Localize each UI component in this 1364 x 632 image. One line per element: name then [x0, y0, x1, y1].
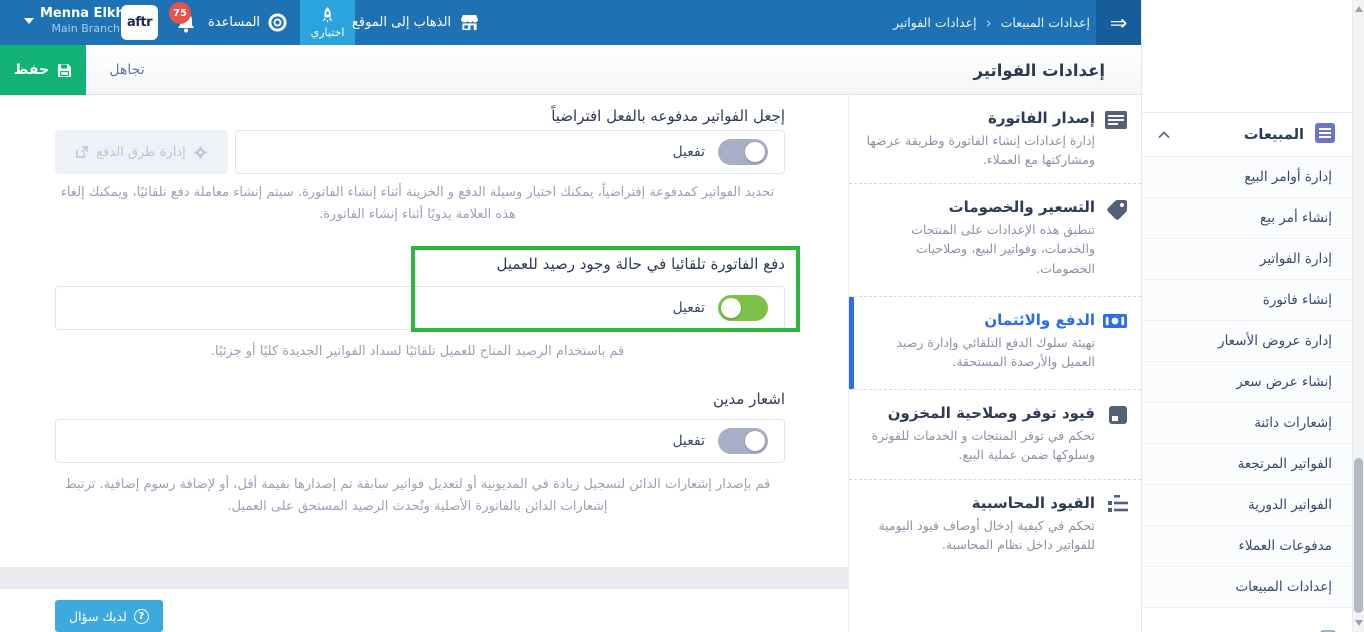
inventory-icon [1108, 405, 1128, 429]
sidebar-item-sales-settings[interactable]: إعدادات المبيعات [1142, 567, 1352, 608]
scrollbar-up-arrow-icon[interactable] [1355, 6, 1363, 12]
field1-toggle-label: تفعيل [672, 144, 705, 160]
page-header: حفظ تجاهل إعدادات الفواتير [0, 45, 1141, 95]
manage-payment-methods-button[interactable]: إدارة طرق الدفع [55, 130, 228, 174]
nav-section-pricing-discounts[interactable]: التسعير والخصومات تنطبق هذه الإعدادات عل… [849, 184, 1141, 297]
page-title: إعدادات الفواتير [901, 45, 1141, 95]
sidebar-section-sales[interactable]: المبيعات [1142, 112, 1352, 157]
sidebar-item-create-quote[interactable]: إنشاء عرض سعر [1142, 362, 1352, 403]
field1-toggle[interactable] [718, 139, 768, 165]
breadcrumb-parent[interactable]: إعدادات المبيعات [1001, 15, 1090, 30]
app-logo[interactable]: aftr [121, 5, 158, 40]
field2-label: دفع الفاتورة تلقائيا في حالة وجود رصيد ل… [497, 255, 786, 273]
field3-label: اشعار مدين [713, 390, 785, 408]
breadcrumb-current: إعدادات الفواتير [893, 15, 976, 30]
field3-toggle-label: تفعيل [672, 433, 705, 449]
sidebar-items: إدارة أوامر البيع إنشاء أمر بيع إدارة ال… [1142, 157, 1352, 608]
gear-icon [194, 146, 207, 159]
manage-payment-methods-label: إدارة طرق الدفع [96, 145, 186, 160]
toggle-knob [745, 431, 765, 451]
field3-description: قم بإصدار إشعارات الدائن لتسجيل زيادة في… [50, 474, 785, 518]
floppy-save-icon [57, 63, 72, 78]
save-button[interactable]: حفظ [0, 45, 86, 95]
sidebar-item-client-payments[interactable]: مدفوعات العملاء [1142, 526, 1352, 567]
sales-sidebar: المبيعات إدارة أوامر البيع إنشاء أمر بيع… [1141, 0, 1352, 632]
sidebar-item-recurring-invoices[interactable]: الفواتير الدورية [1142, 485, 1352, 526]
nav-section-invoice-issuing[interactable]: إصدار الفاتورة إدارة إعدادات إنشاء الفات… [849, 95, 1141, 184]
user-branch: Main Branch [40, 22, 120, 35]
breadcrumb-chevron-icon: ‹ [986, 14, 992, 32]
toggle-knob [721, 298, 741, 318]
banknote-icon [1102, 312, 1128, 334]
sidebar-item-create-sale-order[interactable]: إنشاء أمر بيع [1142, 198, 1352, 239]
nav-section-inventory-constraints[interactable]: قيود توفر وصلاحية المخزون تحكم في توفر ا… [849, 390, 1141, 480]
nav-section-title: إصدار الفاتورة [863, 109, 1095, 127]
help-label: المساعدة [208, 15, 260, 30]
sidebar-section-pos[interactable]: نقاط البيع [1142, 610, 1352, 632]
field2-toggle[interactable] [718, 295, 768, 321]
invoice-icon [1104, 110, 1128, 134]
section-divider-band [0, 567, 848, 589]
window-scrollbar[interactable] [1352, 0, 1364, 632]
nav-section-accounting-entries[interactable]: القيود المحاسبية تحكم في كيفية إدخال أوص… [849, 480, 1141, 570]
scrollbar-thumb[interactable] [1354, 458, 1363, 613]
collapse-menu-button[interactable]: ⇒ [1096, 0, 1141, 45]
field3-toggle[interactable] [718, 428, 768, 454]
have-a-question-button[interactable]: لديك سؤال ? [55, 600, 163, 632]
field2-toggle-label: تفعيل [672, 300, 705, 316]
notifications-badge: 75 [169, 2, 191, 24]
sidebar-item-manage-quotes[interactable]: إدارة عروض الأسعار [1142, 321, 1352, 362]
field3-toggle-box: تفعيل [55, 419, 785, 463]
scrollbar-down-arrow-icon[interactable] [1355, 620, 1363, 626]
sidebar-item-returned-invoices[interactable]: الفواتير المرتجعة [1142, 444, 1352, 485]
rocket-icon [320, 7, 335, 24]
trial-label: اختياري [311, 26, 345, 39]
app-logo-text: aftr [127, 15, 152, 30]
sidebar-item-create-invoice[interactable]: إنشاء فاتورة [1142, 280, 1352, 321]
chevron-up-icon [1158, 131, 1170, 139]
nav-section-desc: تحكم في توفر المنتجات و الخدمات للفوترة … [863, 426, 1095, 477]
nav-section-desc: إدارة إعدادات إنشاء الفاتورة وطريقة عرضه… [863, 131, 1095, 182]
sidebar-section-title: المبيعات [1244, 127, 1304, 143]
invoice-settings-form: إجعل الفواتير مدفوعه بالفعل افتراضياً تف… [0, 95, 848, 632]
settings-sections-nav: إصدار الفاتورة إدارة إعدادات إنشاء الفات… [848, 95, 1141, 632]
sidebar-item-manage-sale-orders[interactable]: إدارة أوامر البيع [1142, 157, 1352, 198]
toggle-knob [745, 142, 765, 162]
goto-site-button[interactable]: الذهاب إلى الموقع [352, 0, 485, 45]
nav-section-title: الدفع والائتمان [863, 311, 1095, 329]
question-button-label: لديك سؤال [69, 609, 127, 624]
top-bar: Menna Elkholy Main Branch aftr 75 المساع… [0, 0, 1141, 45]
user-menu[interactable]: Menna Elkholy Main Branch [40, 6, 120, 35]
breadcrumb: إعدادات المبيعات ‹ إعدادات الفواتير [858, 0, 1090, 45]
external-link-icon [76, 146, 88, 158]
nav-section-title: القيود المحاسبية [863, 494, 1095, 512]
storefront-icon [460, 14, 479, 31]
nav-section-desc: تنطبق هذه الإعدادات على المنتجات والخدما… [863, 220, 1095, 290]
nav-section-payment-credit[interactable]: الدفع والائتمان تهيئة سلوك الدفع التلقائ… [849, 297, 1141, 390]
nav-section-desc: تهيئة سلوك الدفع التلقائي وإدارة رصيد ال… [863, 333, 1095, 384]
field1-description: تحديد الفواتير كمدفوعة إفتراضياً، يمكنك … [50, 182, 785, 226]
sidebar-item-manage-invoices[interactable]: إدارة الفواتير [1142, 239, 1352, 280]
question-mark-icon: ? [134, 609, 149, 624]
nav-section-title: قيود توفر وصلاحية المخزون [863, 404, 1095, 422]
nav-section-desc: تحكم في كيفية إدخال أوصاف قيود اليومية ل… [863, 516, 1095, 567]
collapse-arrow-icon: ⇒ [1110, 11, 1128, 35]
nav-section-title: التسعير والخصومات [863, 198, 1095, 216]
field1-label: إجعل الفواتير مدفوعه بالفعل افتراضياً [551, 107, 785, 125]
field2-toggle-box: تفعيل [55, 286, 785, 330]
sidebar-item-credit-notes[interactable]: إشعارات دائنة [1142, 403, 1352, 444]
field2-description: قم باستخدام الرصيد المتاح للعميل تلقائيً… [50, 341, 785, 363]
list-icon [1314, 122, 1336, 148]
user-menu-caret-icon[interactable] [24, 18, 34, 24]
user-name: Menna Elkholy [40, 6, 120, 21]
journal-icon [1108, 495, 1128, 517]
life-ring-icon [268, 13, 287, 32]
trial-button[interactable]: اختياري [300, 0, 355, 45]
goto-site-label: الذهاب إلى الموقع [352, 15, 451, 30]
save-label: حفظ [14, 62, 49, 78]
field1-toggle-box: تفعيل [235, 130, 785, 174]
help-button[interactable]: المساعدة [208, 0, 287, 45]
discard-button[interactable]: تجاهل [86, 45, 168, 95]
tag-icon [1106, 199, 1128, 225]
